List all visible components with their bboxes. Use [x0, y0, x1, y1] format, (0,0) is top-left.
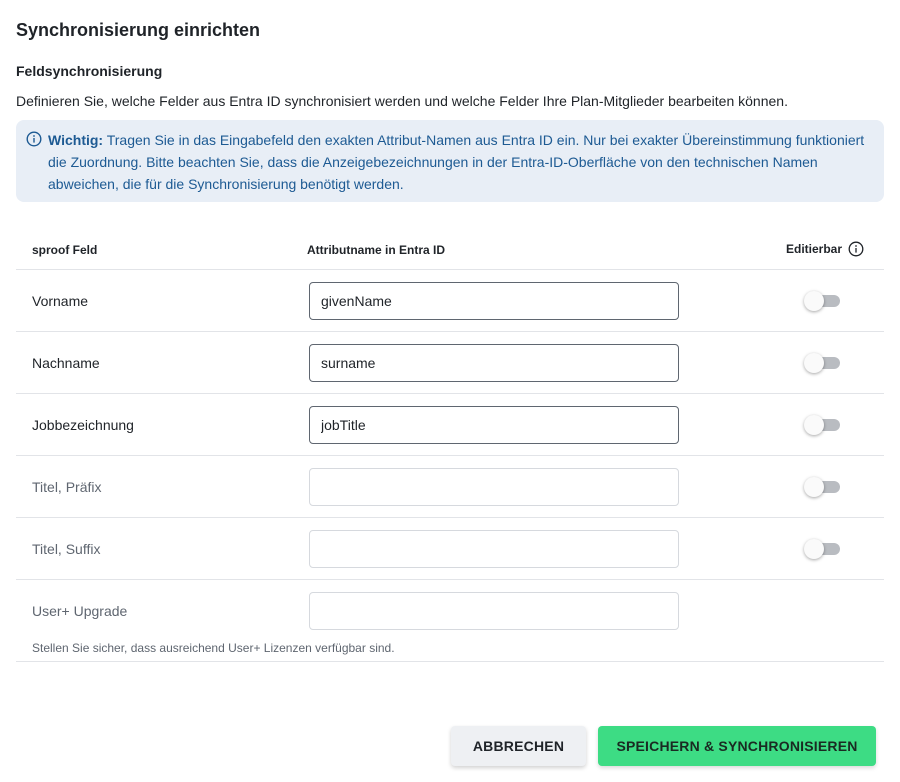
attribute-input-jobbezeichnung[interactable]	[309, 406, 679, 444]
cancel-button[interactable]: ABBRECHEN	[451, 726, 586, 766]
header-editable-label: Editierbar	[785, 242, 842, 256]
editable-toggle-vorname[interactable]	[804, 291, 840, 311]
editable-toggle-titel-praefix[interactable]	[804, 477, 840, 497]
section-title: Feldsynchronisierung	[16, 63, 163, 79]
editable-toggle-nachname[interactable]	[804, 353, 840, 373]
editable-info-icon[interactable]	[848, 241, 864, 257]
table-row-titel-praefix: Titel, Präfix	[16, 456, 884, 518]
editable-toggle-jobbezeichnung[interactable]	[804, 415, 840, 435]
info-text: Tragen Sie in das Eingabefeld den exakte…	[48, 132, 865, 192]
attribute-input-titel-praefix[interactable]	[309, 468, 679, 506]
field-sync-table: sproof Feld Attributname in Entra ID Edi…	[16, 230, 884, 662]
row-label: Nachname	[32, 355, 100, 371]
table-row-jobbezeichnung: Jobbezeichnung	[16, 394, 884, 456]
section-description: Definieren Sie, welche Felder aus Entra …	[16, 93, 788, 109]
info-bold-label: Wichtig:	[48, 132, 104, 148]
table-header: sproof Feld Attributname in Entra ID Edi…	[16, 230, 884, 270]
dialog-title: Synchronisierung einrichten	[16, 20, 261, 40]
editable-toggle-titel-suffix[interactable]	[804, 539, 840, 559]
row-label: Titel, Suffix	[32, 541, 101, 557]
info-box: Wichtig: Tragen Sie in das Eingabefeld d…	[16, 120, 884, 202]
table-row-user-plus-upgrade: User+ Upgrade Stellen Sie sicher, dass a…	[16, 580, 884, 662]
table-row-titel-suffix: Titel, Suffix	[16, 518, 884, 580]
header-editable: Editierbar	[786, 241, 864, 257]
table-row-vorname: Vorname	[16, 270, 884, 332]
row-label: Titel, Präfix	[32, 479, 102, 495]
info-icon	[26, 131, 42, 147]
attribute-input-user-plus-upgrade[interactable]	[309, 592, 679, 630]
header-field: sproof Feld	[32, 243, 98, 257]
attribute-input-titel-suffix[interactable]	[309, 530, 679, 568]
license-hint: Stellen Sie sicher, dass ausreichend Use…	[32, 641, 395, 655]
row-label: Vorname	[32, 293, 89, 309]
row-label: Jobbezeichnung	[32, 417, 134, 433]
table-row-nachname: Nachname	[16, 332, 884, 394]
save-and-sync-button[interactable]: SPEICHERN & SYNCHRONISIEREN	[598, 726, 876, 766]
attribute-input-nachname[interactable]	[309, 344, 679, 382]
row-label: User+ Upgrade	[32, 603, 128, 619]
header-attribute: Attributname in Entra ID	[307, 243, 446, 257]
attribute-input-vorname[interactable]	[309, 282, 679, 320]
